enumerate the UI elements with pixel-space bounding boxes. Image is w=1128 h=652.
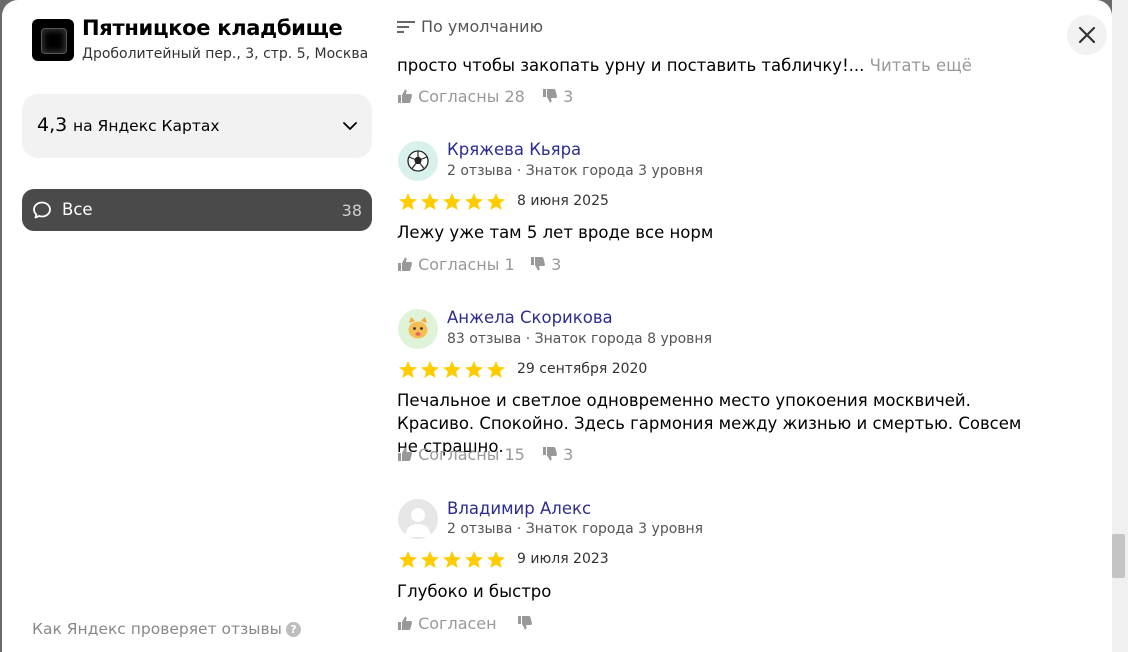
review-author[interactable]: Кряжева Кьяра	[447, 140, 581, 159]
review-date: 8 июня 2025	[517, 193, 609, 209]
disagree-button[interactable]: 3	[542, 87, 573, 106]
star-icon	[421, 551, 439, 568]
review-text-content: просто чтобы закопать урну и поставить т…	[397, 56, 865, 75]
question-icon: ?	[285, 622, 301, 637]
disagree-button[interactable]	[517, 614, 533, 633]
thumbs-down-icon	[518, 616, 532, 630]
star-icon	[399, 361, 417, 378]
sort-lines-icon	[397, 21, 415, 33]
organization-logo	[32, 19, 74, 61]
review-author-meta: 2 отзыва · Знаток города 3 уровня	[447, 163, 704, 179]
disagree-button[interactable]: 3	[542, 445, 573, 464]
agree-count: Согласен	[418, 614, 497, 633]
star-icon	[487, 551, 505, 568]
avatar[interactable]	[398, 499, 438, 539]
review-date: 29 сентября 2020	[517, 361, 648, 377]
avatar[interactable]	[398, 309, 438, 349]
review-stars	[398, 360, 508, 382]
star-icon	[465, 193, 483, 210]
thumbs-down-icon	[531, 257, 545, 271]
comment-icon	[33, 201, 51, 219]
agree-button[interactable]: Согласны 15	[397, 445, 525, 464]
disagree-count: 3	[551, 255, 562, 274]
star-icon	[487, 361, 505, 378]
star-icon	[487, 193, 505, 210]
star-icon	[465, 361, 483, 378]
filter-label: Все	[62, 200, 93, 219]
agree-count: Согласны 15	[418, 445, 525, 464]
organization-address: Дроболитейный пер., 3, стр. 5, Москва	[82, 46, 369, 62]
default-user-icon	[405, 508, 431, 537]
how-check-label: Как Яндекс проверяет отзывы	[32, 620, 282, 638]
scrollbar[interactable]	[1112, 0, 1128, 652]
cat-face-icon	[408, 317, 428, 339]
review-author[interactable]: Владимир Алекс	[447, 499, 591, 518]
review-text: Лежу уже там 5 лет вроде все норм	[397, 223, 714, 242]
disagree-count: 3	[563, 445, 574, 464]
filter-count: 38	[341, 201, 362, 220]
organization-title[interactable]: Пятницкое кладбище	[82, 16, 343, 40]
star-icon	[399, 551, 417, 568]
reviews-modal: Пятницкое кладбище Дроболитейный пер., 3…	[2, 0, 1112, 652]
review-text: просто чтобы закопать урну и поставить т…	[397, 54, 972, 77]
star-icon	[399, 193, 417, 210]
chevron-down-icon	[343, 122, 357, 130]
soccer-ball-icon	[407, 150, 429, 172]
agree-button[interactable]: Согласны 1	[397, 255, 515, 274]
agree-count: Согласны 1	[418, 255, 515, 274]
star-icon	[421, 361, 439, 378]
review-stars	[398, 192, 508, 214]
review-text: Глубоко и быстро	[397, 582, 552, 601]
review-date: 9 июля 2023	[517, 551, 609, 567]
rating-dropdown[interactable]: 4,3 на Яндекс Картах	[22, 94, 372, 158]
star-icon	[421, 193, 439, 210]
disagree-button[interactable]: 3	[530, 255, 561, 274]
star-icon	[443, 361, 461, 378]
close-icon	[1078, 26, 1096, 44]
agree-count: Согласны 28	[418, 87, 525, 106]
thumbs-up-icon	[398, 89, 412, 103]
how-yandex-checks-link[interactable]: Как Яндекс проверяет отзывы?	[32, 620, 301, 638]
disagree-count: 3	[563, 87, 574, 106]
sort-label: По умолчанию	[421, 17, 544, 36]
review-author[interactable]: Анжела Скорикова	[447, 308, 613, 327]
avatar[interactable]	[398, 141, 438, 181]
filter-all-reviews[interactable]: Все 38	[22, 189, 372, 231]
review-author-meta: 83 отзыва · Знаток города 8 уровня	[447, 331, 713, 347]
scrollbar-thumb[interactable]	[1112, 534, 1125, 578]
thumbs-down-icon	[543, 89, 557, 103]
thumbs-up-icon	[398, 257, 412, 271]
agree-button[interactable]: Согласен	[397, 614, 497, 633]
star-icon	[443, 193, 461, 210]
sort-dropdown[interactable]: По умолчанию	[397, 17, 543, 36]
rating-value: 4,3	[37, 114, 68, 136]
thumbs-up-icon	[398, 447, 412, 461]
thumbs-up-icon	[398, 616, 412, 630]
star-icon	[443, 551, 461, 568]
read-more-link[interactable]: Читать ещё	[870, 56, 972, 75]
thumbs-down-icon	[543, 447, 557, 461]
agree-button[interactable]: Согласны 28	[397, 87, 525, 106]
close-button[interactable]	[1067, 15, 1107, 55]
rating-source: на Яндекс Картах	[73, 117, 220, 135]
review-author-meta: 2 отзыва · Знаток города 3 уровня	[447, 521, 704, 537]
star-icon	[465, 551, 483, 568]
review-stars	[398, 550, 508, 572]
